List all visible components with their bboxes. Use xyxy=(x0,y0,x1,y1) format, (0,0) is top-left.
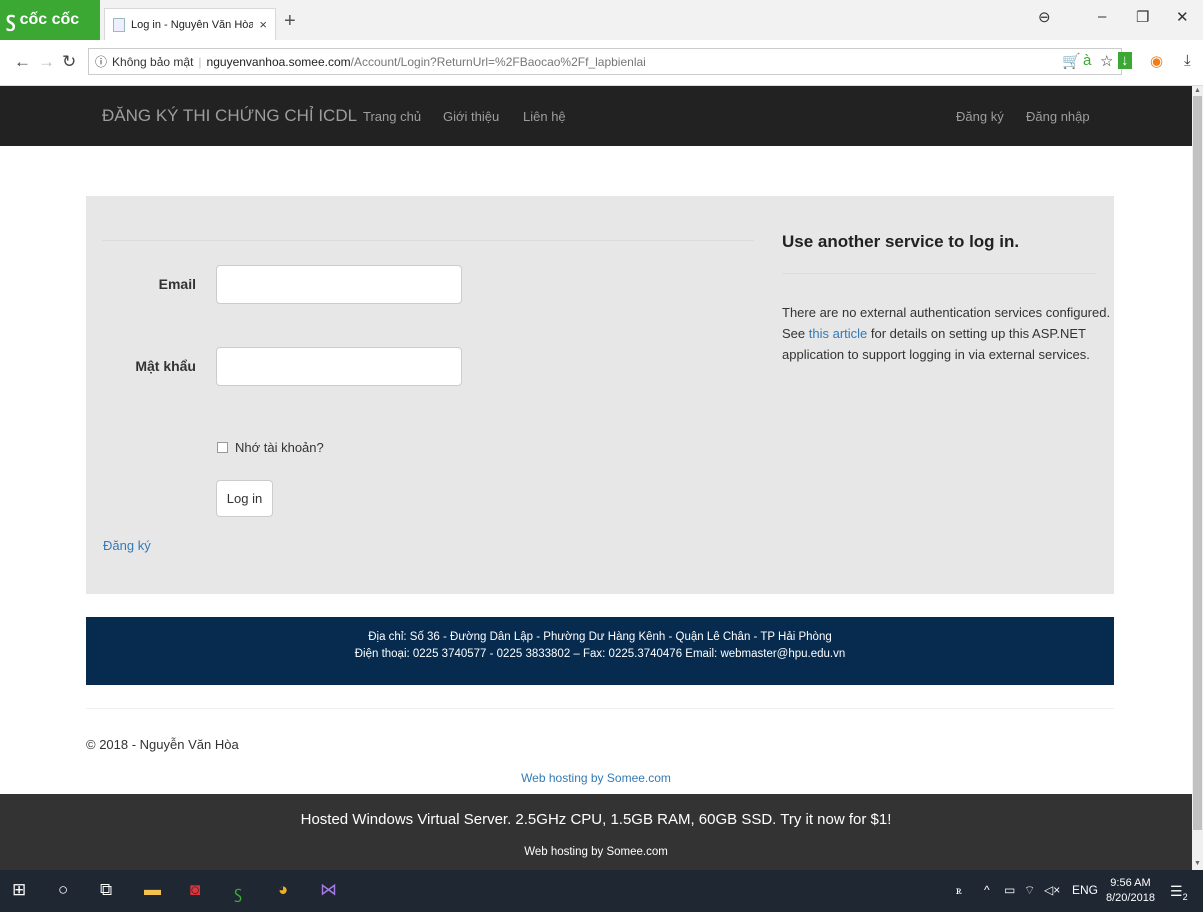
translate-icon[interactable]: à xyxy=(1083,52,1091,69)
external-divider xyxy=(782,273,1096,274)
network-icon[interactable]: ▭ xyxy=(1004,883,1015,897)
somee-ad-banner[interactable]: Hosted Windows Virtual Server. 2.5GHz CP… xyxy=(0,794,1192,870)
tab-title: Log in - Nguyễn Văn Hòa xyxy=(131,18,254,31)
minimize-window-button[interactable]: – xyxy=(1098,8,1106,25)
volume-icon[interactable]: ◁× xyxy=(1044,883,1060,897)
scroll-down-arrow-icon[interactable]: ▼ xyxy=(1194,860,1201,867)
login-panel: Email Mật khẩu Nhớ tài khoản? Log in Đăn… xyxy=(86,196,1114,594)
nav-link-about[interactable]: Giới thiệu xyxy=(443,109,499,124)
search-circle-icon[interactable]: ○ xyxy=(58,880,68,900)
remember-me-checkbox[interactable] xyxy=(217,442,228,453)
profile-icon[interactable]: ⊖ xyxy=(1038,8,1051,26)
coccoc-logo-icon: ꚃ xyxy=(6,9,16,31)
footer-divider xyxy=(86,708,1114,709)
language-indicator[interactable]: ENG xyxy=(1072,883,1098,897)
browser-brand[interactable]: ꚃ cốc cốc xyxy=(0,0,100,40)
site-brand-link[interactable]: ĐĂNG KÝ THI CHỨNG CHỈ ICDL xyxy=(102,106,357,126)
restore-window-button[interactable]: ❐ xyxy=(1136,8,1149,26)
remember-me[interactable]: Nhớ tài khoản? xyxy=(217,440,324,455)
omnibox-separator: | xyxy=(198,54,202,69)
contact-footer: Địa chỉ: Số 36 - Đường Dân Lập - Phường … xyxy=(86,617,1114,685)
email-label: Email xyxy=(158,276,196,292)
nav-link-contact[interactable]: Liên hệ xyxy=(523,109,566,124)
password-label: Mật khẩu xyxy=(135,358,196,374)
tab-close-icon[interactable]: × xyxy=(259,17,267,32)
task-view-icon[interactable]: ⧉ xyxy=(100,880,112,900)
browser-toolbar: ← → ↻ ⓘ Không bảo mật | nguyenvanhoa.som… xyxy=(0,40,1203,86)
info-icon[interactable]: ⓘ xyxy=(95,53,107,70)
clock-date: 8/20/2018 xyxy=(1106,892,1155,904)
browser-tab-active[interactable]: Log in - Nguyễn Văn Hòa × xyxy=(104,8,276,40)
site-navbar: ĐĂNG KÝ THI CHỨNG CHỈ ICDL Trang chủ Giớ… xyxy=(0,86,1192,146)
reload-icon[interactable]: ↻ xyxy=(62,52,76,72)
login-button[interactable]: Log in xyxy=(216,480,273,517)
somee-hosting-link[interactable]: Web hosting by Somee.com xyxy=(0,771,1192,785)
url-path: /Account/Login?ReturnUrl=%2FBaocao%2Ff_l… xyxy=(350,54,646,69)
browser-brand-label: cốc cốc xyxy=(19,11,80,28)
bookmark-star-icon[interactable]: ☆ xyxy=(1100,52,1113,70)
downloads-icon[interactable]: ⤓ xyxy=(1184,52,1191,69)
shopping-cart-icon[interactable]: 🛒 xyxy=(1062,52,1081,70)
scrollbar-thumb[interactable] xyxy=(1193,96,1202,830)
nav-link-register[interactable]: Đăng ký xyxy=(956,109,1004,124)
somee-banner-headline[interactable]: Hosted Windows Virtual Server. 2.5GHz CP… xyxy=(0,794,1192,828)
new-tab-button[interactable]: + xyxy=(284,10,296,33)
nav-link-home[interactable]: Trang chủ xyxy=(363,109,421,124)
remember-me-label[interactable]: Nhớ tài khoản? xyxy=(235,440,324,455)
this-article-link[interactable]: this article xyxy=(809,326,868,341)
somee-banner-subtext[interactable]: Web hosting by Somee.com xyxy=(0,828,1192,858)
windows-start-icon[interactable]: ⊞ xyxy=(12,880,26,900)
form-divider xyxy=(102,240,754,241)
extension-icon[interactable]: ◉ xyxy=(1150,52,1163,70)
chrome-icon[interactable]: ◕ xyxy=(278,880,288,900)
email-input[interactable] xyxy=(216,265,462,304)
page-favicon-icon xyxy=(113,17,125,32)
nav-link-login[interactable]: Đăng nhập xyxy=(1026,109,1090,124)
register-link[interactable]: Đăng ký xyxy=(103,538,151,553)
notification-count: 2 xyxy=(1182,891,1188,902)
footer-contact: Điện thoại: 0225 3740577 - 0225 3833802 … xyxy=(354,648,846,660)
visual-studio-icon[interactable]: ⋈ xyxy=(320,880,337,900)
browser-titlebar: ꚃ cốc cốc Log in - Nguyễn Văn Hòa × + ⊖ … xyxy=(0,0,1203,40)
external-login-message: There are no external authentication ser… xyxy=(782,302,1112,365)
back-arrow-icon[interactable]: ← xyxy=(14,52,31,72)
download-extension-icon[interactable]: ↓ xyxy=(1118,52,1132,69)
clock-time: 9:56 AM xyxy=(1110,877,1151,889)
password-input[interactable] xyxy=(216,347,462,386)
vivaldi-icon[interactable]: ◙ xyxy=(190,880,200,900)
external-login-heading: Use another service to log in. xyxy=(782,232,1020,251)
address-bar[interactable]: ⓘ Không bảo mật | nguyenvanhoa.somee.com… xyxy=(88,48,1122,75)
wifi-icon[interactable]: ⌔ xyxy=(1024,883,1035,898)
url-domain: nguyenvanhoa.somee.com xyxy=(206,54,351,69)
close-window-button[interactable]: ✕ xyxy=(1176,8,1189,26)
scroll-up-arrow-icon[interactable]: ▲ xyxy=(1194,87,1201,94)
tray-chevron-up-icon[interactable]: ^ xyxy=(984,883,990,897)
windows-taskbar: ⊞ ○ ⧉ ▬ ◙ ꚃ ◕ ⋈ ꭱ ^ ▭ ⌔ ◁× ENG 9:56 AM 8… xyxy=(0,870,1203,912)
footer-address: Địa chỉ: Số 36 - Đường Dân Lập - Phường … xyxy=(368,631,832,643)
action-center-icon[interactable]: ☰2 xyxy=(1170,883,1188,902)
forward-arrow-icon[interactable]: → xyxy=(38,52,55,72)
security-status[interactable]: Không bảo mật xyxy=(112,55,193,69)
coccoc-taskbar-icon[interactable]: ꚃ xyxy=(234,880,242,903)
system-clock[interactable]: 9:56 AM 8/20/2018 xyxy=(1106,876,1155,906)
file-explorer-icon[interactable]: ▬ xyxy=(144,880,161,900)
copyright-text: © 2018 - Nguyễn Văn Hòa xyxy=(86,737,239,752)
people-icon[interactable]: ꭱ xyxy=(956,883,962,898)
